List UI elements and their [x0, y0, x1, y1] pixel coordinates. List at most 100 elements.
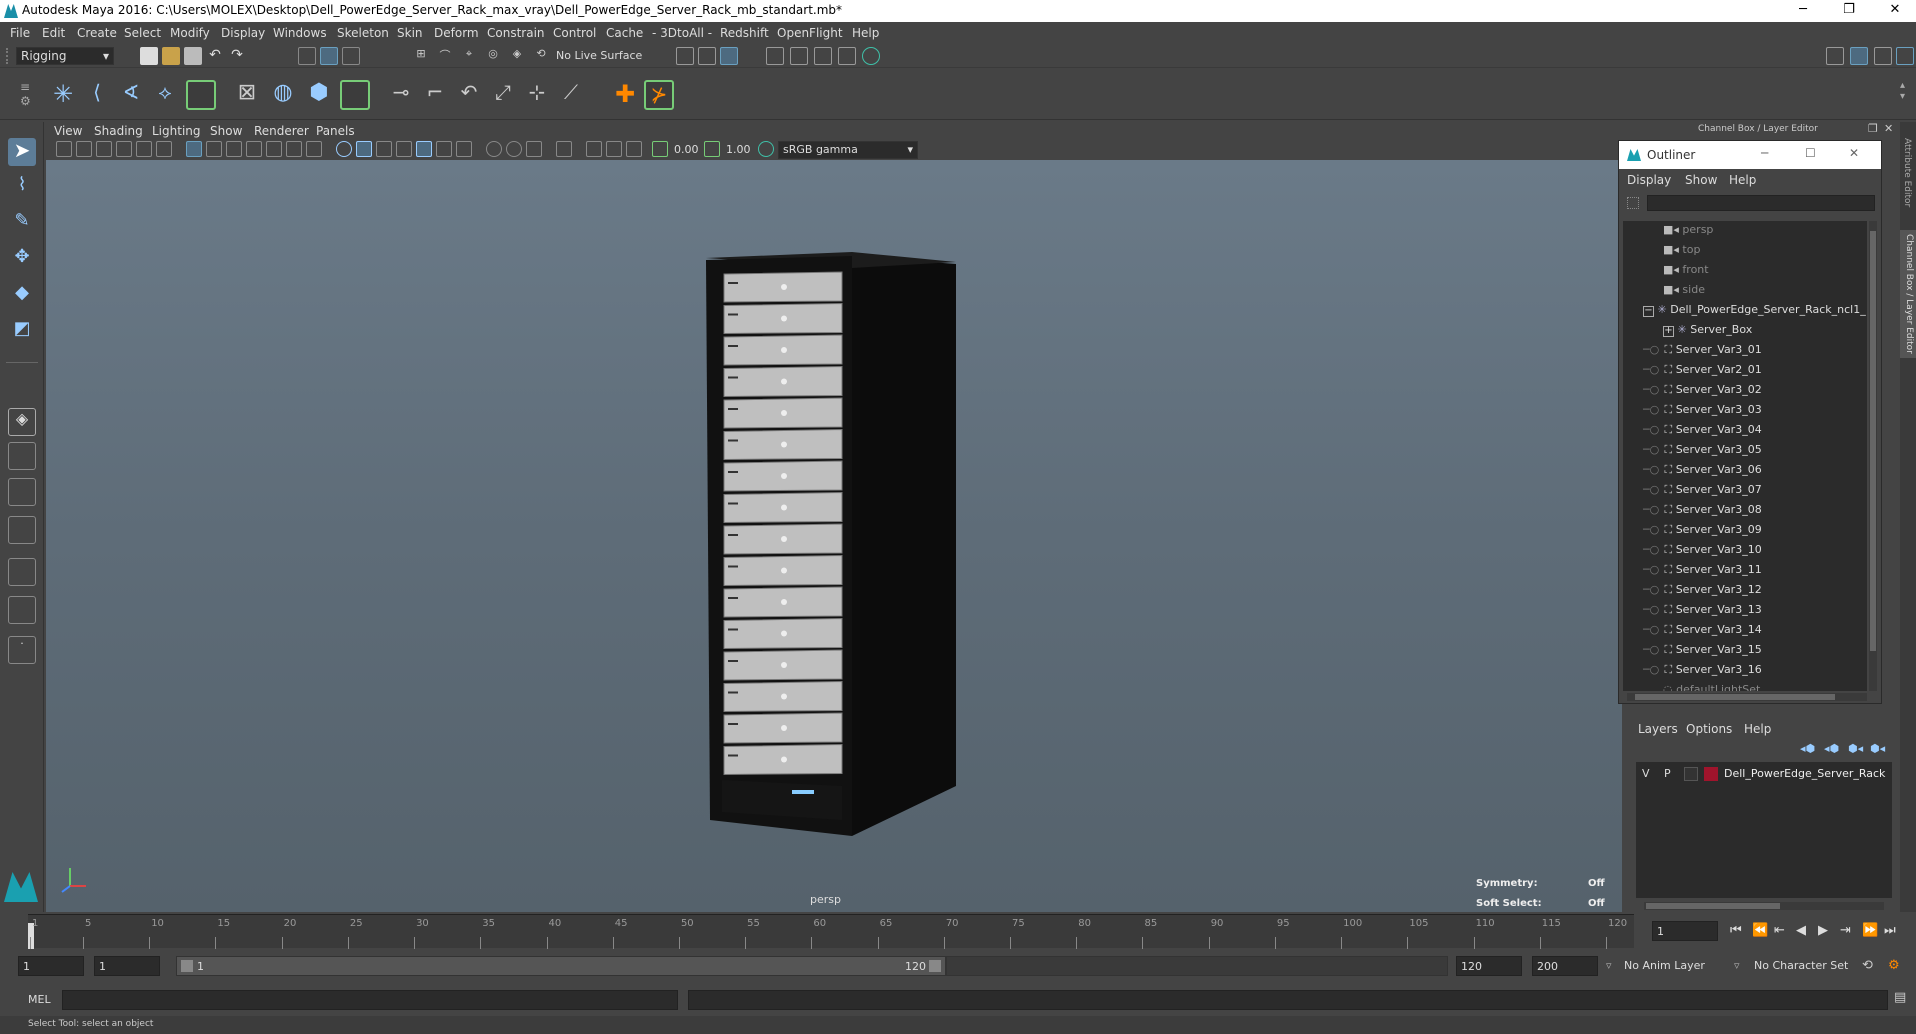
menu-control[interactable]: Control [553, 26, 596, 40]
list-item-camera[interactable]: ■◂ front [1663, 263, 1709, 283]
aim-constraint-icon[interactable]: ⌐ [420, 80, 450, 110]
single-view-icon[interactable]: ◈ [8, 408, 36, 436]
gamma-icon[interactable] [704, 141, 720, 157]
tab-attribute-editor[interactable]: Attribute Editor [1902, 138, 1912, 207]
animation-start-field[interactable]: 1 [18, 956, 84, 976]
paint-select-icon[interactable]: ✎ [8, 210, 36, 238]
menu-openflight[interactable]: OpenFlight [777, 26, 843, 40]
save-scene-icon[interactable] [184, 47, 202, 65]
layer-display-type[interactable] [1684, 767, 1698, 781]
input-output-icon[interactable] [676, 47, 694, 65]
ipr-render-icon[interactable] [814, 47, 832, 65]
list-item-server-box[interactable]: + ✳ Server_Box [1663, 323, 1752, 343]
render-view-icon[interactable] [766, 47, 784, 65]
orient-joint-icon[interactable]: ⟡ [150, 80, 180, 110]
wire-deformer-icon[interactable] [340, 80, 370, 110]
menu-cache[interactable]: Cache [606, 26, 643, 40]
redo-icon[interactable]: ↷ [228, 47, 246, 65]
list-item-mesh[interactable]: ─○ ⛶ Server_Var2_01 [1643, 363, 1762, 383]
menuset-dropdown[interactable]: Rigging ▾ [16, 47, 114, 65]
move-layer-down-icon[interactable]: ◂⬢ [1824, 742, 1839, 755]
select-object-icon[interactable] [320, 47, 338, 65]
color-management-icon[interactable] [758, 141, 774, 157]
xray-joints-icon[interactable] [606, 141, 622, 157]
layer-color-swatch[interactable] [1704, 767, 1718, 781]
snap-surface-icon[interactable]: ◈ [508, 47, 526, 65]
point-constraint-icon[interactable]: ⊸ [386, 80, 416, 110]
colorspace-dropdown[interactable]: sRGB gamma ▾ [778, 141, 918, 159]
attribute-editor-icon[interactable] [1896, 47, 1914, 65]
history-toggle-icon[interactable] [720, 47, 738, 65]
layer-menu-options[interactable]: Options [1686, 722, 1732, 736]
render-current-icon[interactable] [790, 47, 808, 65]
select-component-icon[interactable] [342, 47, 360, 65]
list-item-camera[interactable]: ■◂ persp [1663, 223, 1713, 243]
multisample-aa-icon[interactable] [506, 141, 522, 157]
shelf-menu-icon[interactable]: ≡ ⚙ [20, 80, 31, 112]
hypershade-icon[interactable] [862, 47, 880, 65]
orient-constraint-icon[interactable]: ↶ [454, 80, 484, 110]
script-editor-icon[interactable]: ▤ [1894, 990, 1906, 1005]
list-item-camera[interactable]: ■◂ side [1663, 283, 1705, 303]
open-scene-icon[interactable] [162, 47, 180, 65]
shelf-scroll-icon[interactable]: ▴ ▾ [1900, 80, 1905, 102]
chevron-down-icon[interactable]: ▿ [1606, 959, 1612, 972]
viewport-menu-view[interactable]: View [54, 124, 82, 138]
smooth-bind-icon[interactable]: ⊠ [232, 80, 262, 110]
graph-persp-icon[interactable] [8, 558, 36, 586]
list-item-mesh[interactable]: ─○ ⛶ Server_Var3_05 [1643, 443, 1762, 463]
xray-icon[interactable] [586, 141, 602, 157]
layer-playback-toggle[interactable]: P [1664, 767, 1671, 780]
scale-tool-icon[interactable]: ◩ [8, 318, 36, 346]
minimize-button[interactable]: ─ [1782, 0, 1824, 22]
play-backwards-icon[interactable]: ◀ [1796, 923, 1806, 938]
list-item-mesh[interactable]: ─○ ⛶ Server_Var3_03 [1643, 403, 1762, 423]
current-frame-field[interactable]: 1 [1652, 921, 1718, 941]
outliner-menu-help[interactable]: Help [1729, 173, 1756, 187]
move-layer-up-icon[interactable]: ◂⬢ [1800, 742, 1815, 755]
outliner-persp-icon[interactable] [8, 516, 36, 544]
2d-pan-zoom-icon[interactable] [136, 141, 152, 157]
list-item-mesh[interactable]: ─○ ⛶ Server_Var3_01 [1643, 343, 1762, 363]
list-item-mesh[interactable]: ─○ ⛶ Server_Var3_16 [1643, 663, 1762, 683]
play-forwards-icon[interactable]: ▶ [1818, 923, 1828, 938]
step-forward-icon[interactable]: ⏩ [1862, 923, 1878, 938]
outliner-maximize-button[interactable]: ☐ [1805, 146, 1816, 160]
screen-space-ao-icon[interactable] [456, 141, 472, 157]
range-start-handle[interactable] [181, 960, 193, 972]
layer-menu-help[interactable]: Help [1744, 722, 1771, 736]
camera-attributes-icon[interactable] [76, 141, 92, 157]
anim-layer-dropdown[interactable]: No Anim Layer [1620, 956, 1740, 976]
four-view-icon[interactable] [8, 442, 36, 470]
maximize-button[interactable]: ❐ [1828, 0, 1870, 22]
rotate-tool-icon[interactable]: ◆ [8, 282, 36, 310]
render-settings-icon[interactable] [838, 47, 856, 65]
scrollbar-thumb[interactable] [1635, 694, 1835, 700]
expand-icon[interactable]: + [1663, 326, 1674, 337]
exposure-value[interactable]: 0.00 [674, 143, 699, 156]
viewport-menu-renderer[interactable]: Renderer [254, 124, 309, 138]
close-button[interactable]: ✕ [1874, 0, 1916, 22]
film-gate-icon[interactable] [206, 141, 222, 157]
ik-fk-switch-icon[interactable]: ⊁ [644, 80, 674, 110]
menu-edit[interactable]: Edit [42, 26, 65, 40]
lattice-icon[interactable]: ◍ [268, 80, 298, 110]
step-back-icon[interactable]: ⏪ [1752, 923, 1768, 938]
menu-help[interactable]: Help [852, 26, 879, 40]
layer-row[interactable]: V P Dell_PowerEdge_Server_Rack [1636, 764, 1892, 784]
step-forward-key-icon[interactable]: ⇥ [1840, 923, 1851, 938]
menu-skin[interactable]: Skin [397, 26, 423, 40]
locator-icon[interactable]: ✚ [610, 80, 640, 110]
snap-curve-icon[interactable]: ⌒ [436, 47, 454, 65]
tool-settings-icon[interactable] [1874, 47, 1892, 65]
menu-display[interactable]: Display [221, 26, 265, 40]
outliner-vertical-scrollbar[interactable] [1869, 221, 1877, 691]
list-item-mesh[interactable]: ─○ ⛶ Server_Var3_02 [1643, 383, 1762, 403]
move-tool-icon[interactable]: ✥ [8, 246, 36, 274]
bind-skin-icon[interactable] [186, 80, 216, 110]
isolate-select-icon[interactable] [556, 141, 572, 157]
xray-components-icon[interactable] [626, 141, 642, 157]
viewport-menu-lighting[interactable]: Lighting [152, 124, 201, 138]
animation-prefs-icon[interactable]: ⚙ [1888, 958, 1900, 973]
grease-pencil-icon[interactable] [156, 141, 172, 157]
